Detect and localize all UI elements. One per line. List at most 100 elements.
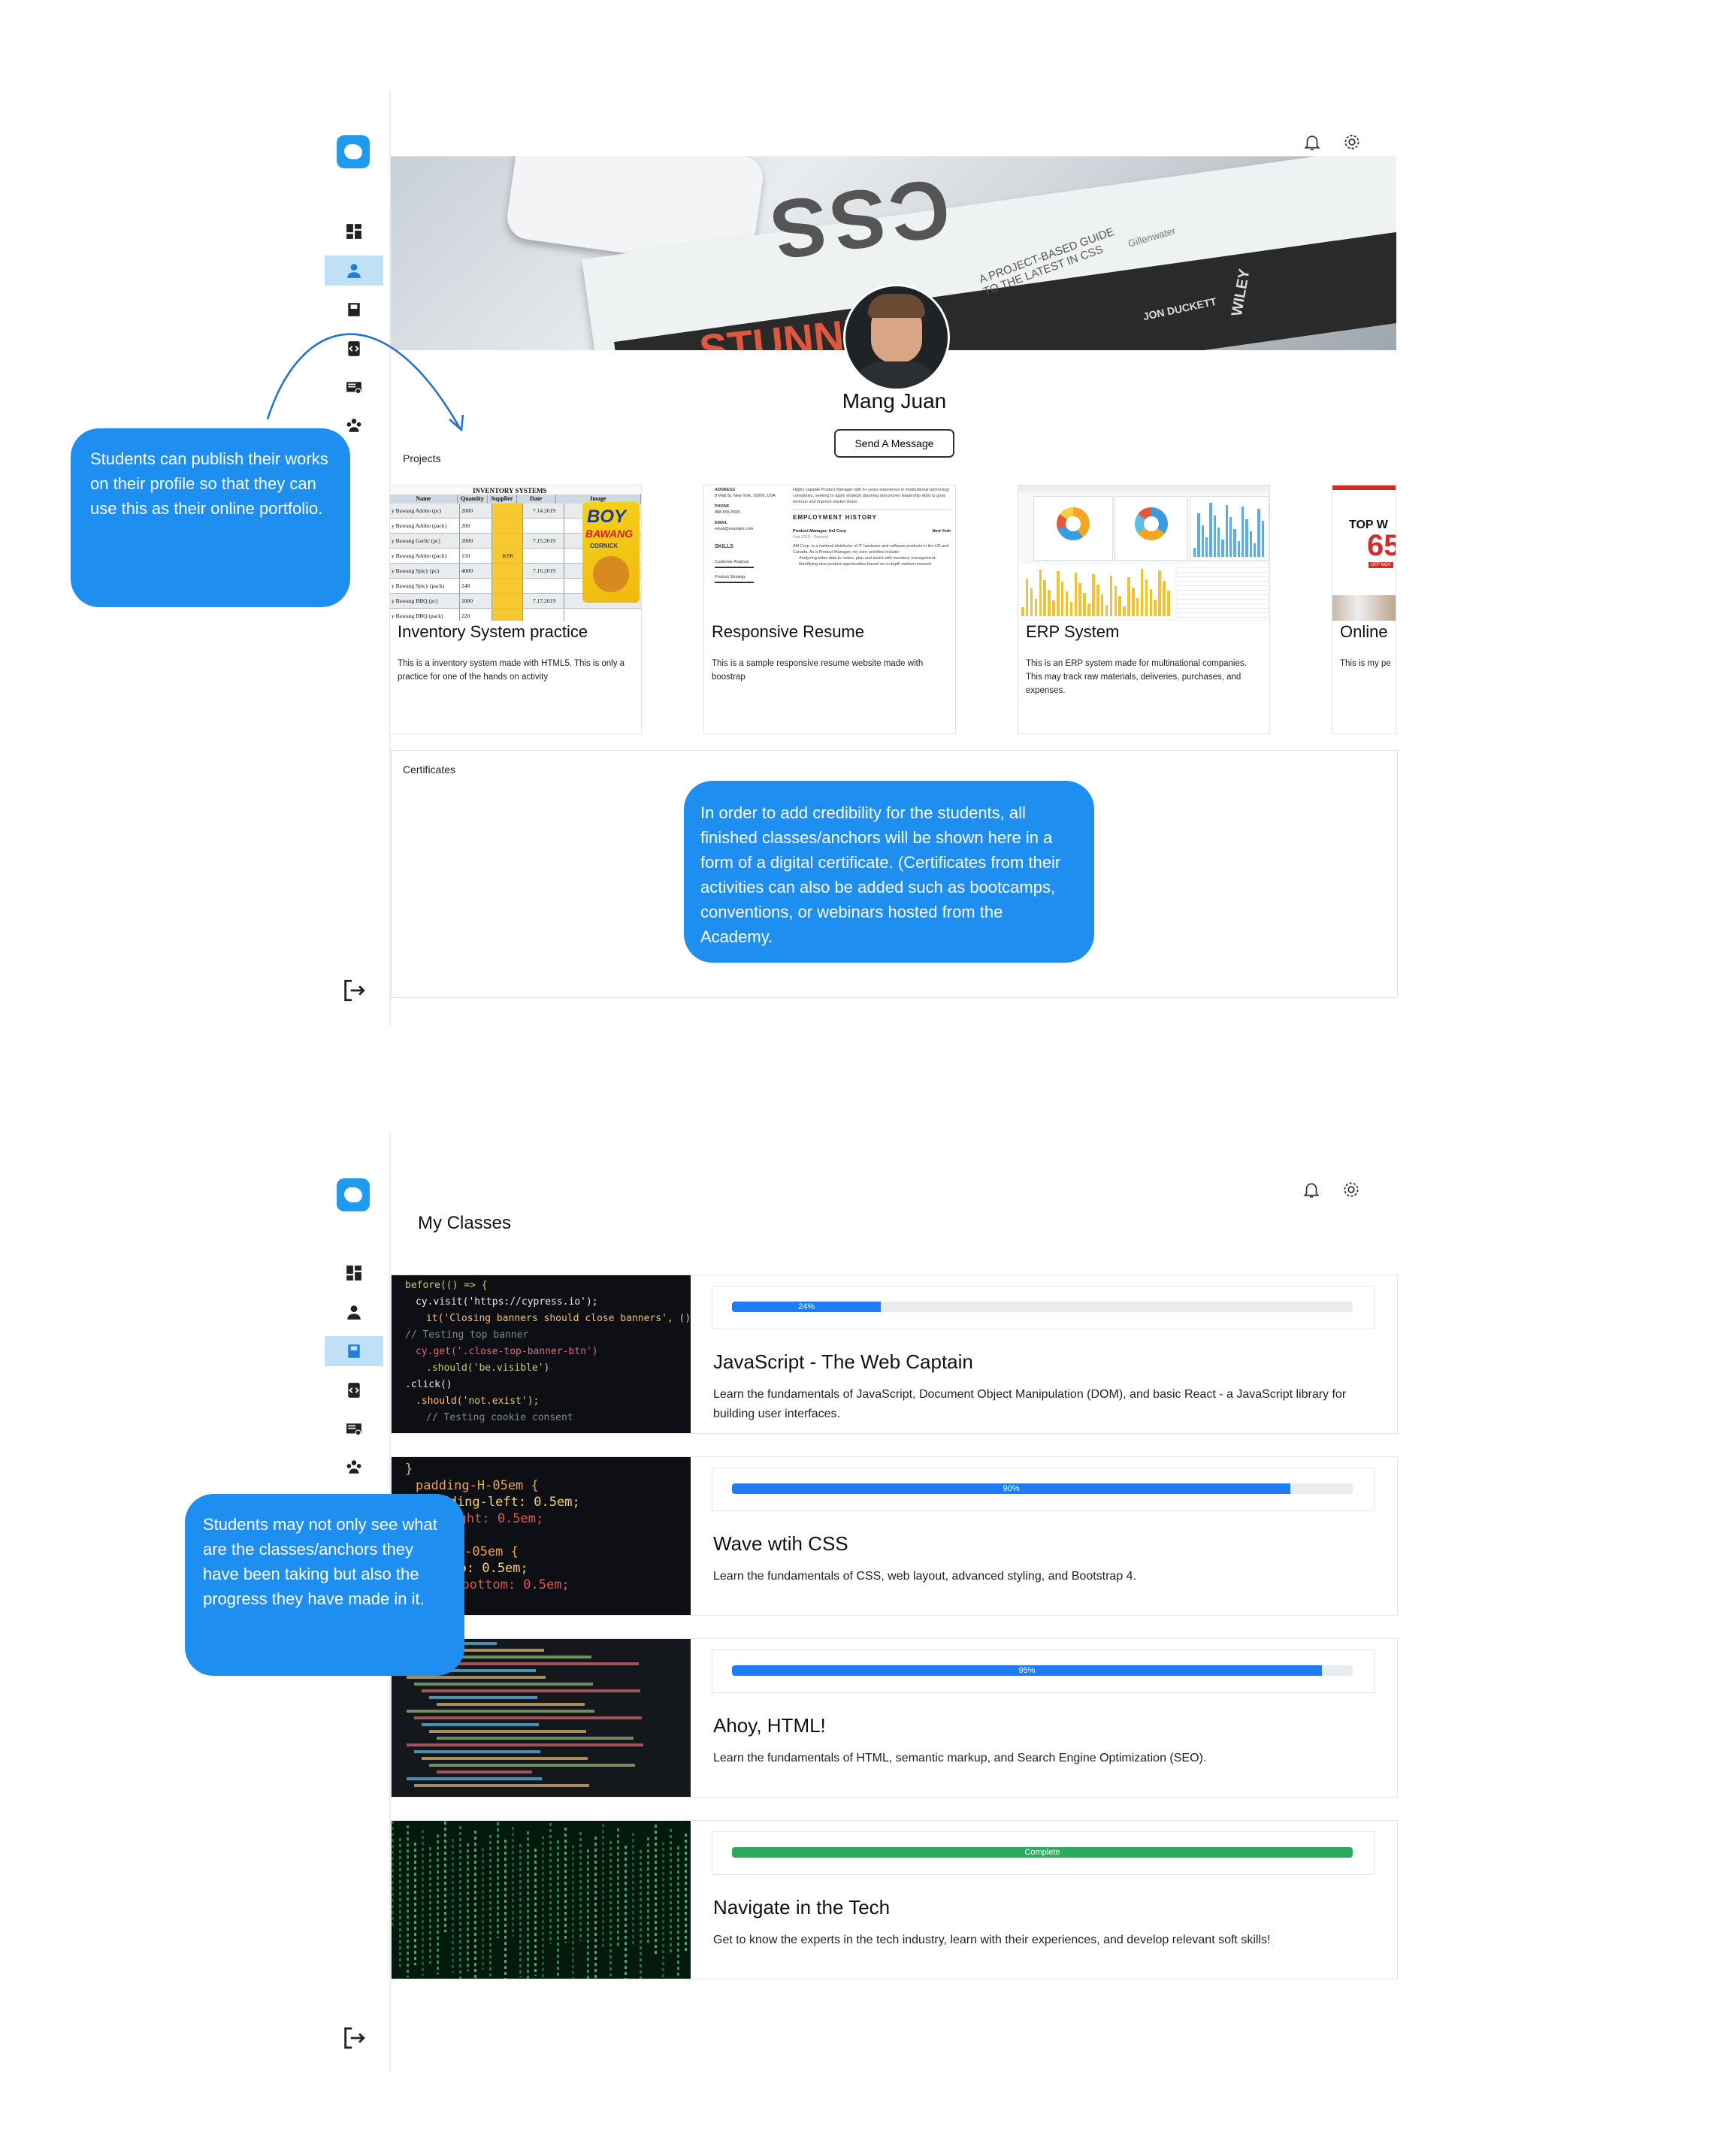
matrix-column	[579, 1832, 582, 1941]
inventory-cell: y Bawang Spicy (pc)	[390, 564, 460, 578]
project-card[interactable]: INVENTORY SYSTEMS Name Quantity Supplier Da…	[389, 485, 642, 734]
nav-dashboard[interactable]	[325, 1258, 383, 1288]
inventory-cell: y Bawang BBQ (pack)	[390, 609, 460, 621]
chart-bar	[1123, 606, 1126, 616]
chart-bar	[1254, 543, 1257, 557]
promo-off: OFF NOV	[1369, 562, 1393, 568]
matrix-column	[632, 1833, 634, 1947]
chart-bar	[1043, 579, 1046, 616]
notifications-button[interactable]	[1302, 132, 1325, 155]
class-card[interactable]: 95% Ahoy, HTML! Learn the fundamentals o…	[391, 1638, 1398, 1798]
app-logo[interactable]	[337, 135, 370, 168]
class-title: JavaScript - The Web Captain	[713, 1350, 973, 1373]
project-card[interactable]: TOP W 65 OFF NOV Online This is my pe	[1332, 485, 1396, 734]
chart-bar	[1065, 591, 1069, 616]
bar-chart	[1018, 564, 1175, 619]
class-description: Learn the fundamentals of JavaScript, Do…	[713, 1388, 1347, 1420]
progress-panel: 24%	[712, 1286, 1375, 1329]
nav-certificates[interactable]	[325, 1414, 383, 1444]
chart-bar	[1069, 601, 1073, 616]
nav-community[interactable]	[325, 1452, 383, 1482]
chart-bar	[1257, 508, 1260, 557]
inventory-cell: y Bawang Adobo (pack)	[390, 549, 460, 563]
resume-address: 8 Wall St, New York, 10005, USA	[715, 494, 776, 498]
chart-bar	[1021, 607, 1024, 616]
code-line: cy.visit('https://cypress.io');	[416, 1296, 598, 1308]
nav-anchors[interactable]	[325, 1375, 383, 1405]
project-card[interactable]: ADDRESS 8 Wall St, New York, 10005, USA …	[703, 485, 956, 734]
chart-bar	[1114, 585, 1118, 616]
matrix-column	[519, 1844, 522, 1977]
chart-bar	[1100, 594, 1104, 616]
resume-skill: Product Strategy	[715, 575, 746, 579]
inventory-cell: y Bawang Adobo (pack)	[390, 519, 460, 533]
code-line: before(() => {	[405, 1280, 488, 1291]
code-line: }	[405, 1462, 413, 1477]
matrix-column	[497, 1822, 499, 1938]
code-line	[407, 1777, 542, 1780]
resume-bullet: Analyzing sales data to notice, plan and…	[799, 556, 936, 561]
nav-classes[interactable]	[325, 1336, 383, 1366]
progress-panel: 90%	[712, 1468, 1375, 1511]
code-line	[422, 1723, 539, 1726]
class-card[interactable]: } padding-H-05em {padding-left: 0.5em; din…	[391, 1456, 1398, 1616]
nav-profile[interactable]	[325, 1297, 383, 1327]
progress-panel: Complete	[712, 1831, 1375, 1875]
nav-dashboard[interactable]	[325, 216, 383, 246]
donut-chart	[1114, 496, 1188, 561]
chart-bar	[1233, 529, 1236, 557]
chart-bar	[1197, 513, 1200, 557]
matrix-column	[459, 1826, 461, 1979]
bar-chart	[1190, 496, 1269, 561]
callout-portfolio: Students can publish their works on thei…	[71, 428, 350, 607]
chart-bar	[1149, 589, 1153, 616]
inventory-cell	[492, 609, 523, 621]
inventory-cell	[523, 519, 564, 533]
settings-button[interactable]	[1341, 1180, 1364, 1202]
settings-button[interactable]	[1342, 132, 1365, 155]
bell-icon	[1303, 1183, 1320, 1198]
app-logo[interactable]	[337, 1178, 370, 1211]
matrix-column	[512, 1827, 514, 1937]
chart-bar	[1209, 503, 1212, 557]
code-line: cy.get('.close-top-banner-btn')	[416, 1346, 598, 1357]
inventory-cell: 7.14.2019	[523, 503, 564, 518]
progress-fill: 24%	[732, 1302, 882, 1312]
matrix-column	[437, 1834, 439, 1974]
matrix-column	[542, 1836, 544, 1979]
resume-skill: Customer Analysis	[715, 560, 749, 564]
logout-icon	[344, 2027, 365, 2049]
send-message-button[interactable]: Send A Message	[834, 429, 954, 458]
inventory-cell	[492, 594, 523, 608]
notifications-button[interactable]	[1302, 1180, 1324, 1202]
community-icon	[346, 1460, 361, 1474]
chart-bar	[1052, 600, 1055, 616]
profile-icon	[347, 1305, 361, 1320]
inventory-cell	[523, 609, 564, 621]
class-title: Ahoy, HTML!	[713, 1714, 826, 1737]
class-card[interactable]: before(() => { cy.visit('https://cypress.…	[391, 1275, 1398, 1434]
class-card[interactable]: Complete Navigate in the Tech Get to kno…	[391, 1820, 1398, 1979]
project-thumbnail: ADDRESS 8 Wall St, New York, 10005, USA …	[704, 485, 955, 621]
project-card[interactable]: ERP System This is an ERP system made fo…	[1018, 485, 1270, 734]
code-line	[422, 1757, 588, 1760]
chart-bar	[1201, 525, 1204, 557]
nav-logout[interactable]	[325, 975, 383, 1005]
code-line	[429, 1662, 639, 1665]
matrix-column	[587, 1849, 589, 1979]
class-image: before(() => { cy.visit('https://cypress.…	[392, 1275, 691, 1433]
chart-bar	[1034, 598, 1038, 616]
resume-phone-label: PHONE	[715, 504, 730, 509]
class-title: Wave wtih CSS	[713, 1532, 848, 1555]
chart-bar	[1140, 569, 1144, 616]
matrix-column	[422, 1830, 424, 1976]
nav-logout[interactable]	[325, 2023, 383, 2053]
chart-bar	[1030, 588, 1033, 616]
nav-profile[interactable]	[325, 256, 383, 286]
code-line: it('Closing banners should close banners…	[426, 1313, 691, 1324]
inventory-cell: 200	[460, 519, 492, 533]
matrix-column	[527, 1831, 529, 1979]
code-line	[407, 1676, 546, 1679]
chart-bar	[1074, 573, 1078, 616]
project-thumbnail: TOP W 65 OFF NOV	[1332, 485, 1396, 621]
